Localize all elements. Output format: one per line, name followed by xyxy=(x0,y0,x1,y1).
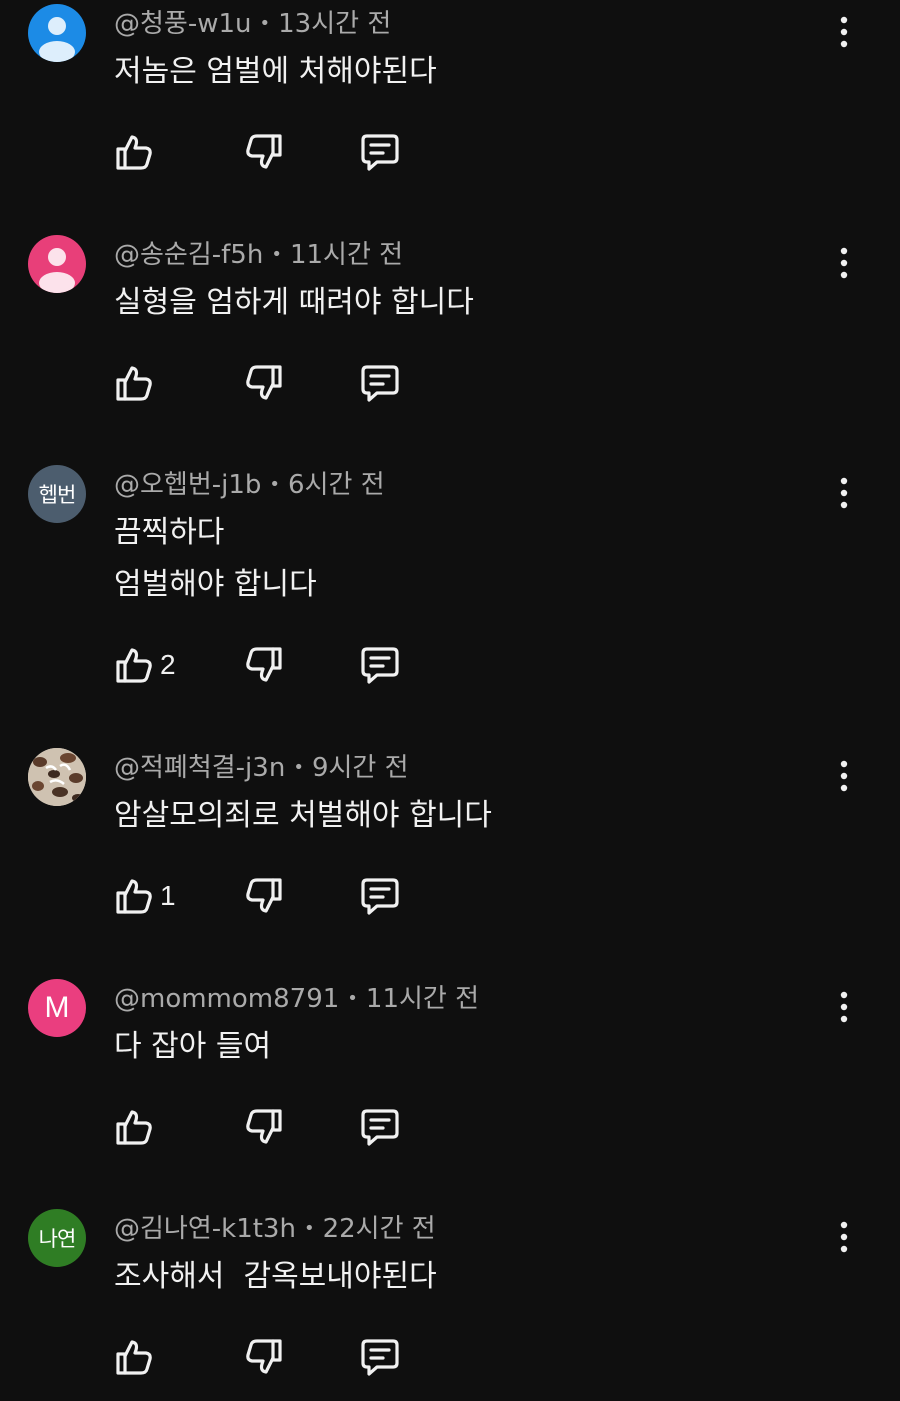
dislike-button[interactable] xyxy=(240,128,288,176)
author-handle[interactable]: @청풍-w1u xyxy=(114,9,252,39)
reply-icon xyxy=(361,1109,399,1146)
more-options-button[interactable] xyxy=(826,12,862,52)
reply-button[interactable] xyxy=(356,872,404,920)
dislike-button[interactable] xyxy=(240,1333,288,1381)
reply-icon xyxy=(361,878,399,915)
comment-time[interactable]: 9시간 전 xyxy=(312,753,409,783)
thumbs-up-icon xyxy=(116,366,152,401)
like-count: 2 xyxy=(160,649,176,680)
reply-button[interactable] xyxy=(356,641,404,689)
more-vert-icon xyxy=(840,247,848,279)
like-button[interactable] xyxy=(110,1333,158,1381)
more-options-button[interactable] xyxy=(826,243,862,283)
author-handle[interactable]: @김나연-k1t3h xyxy=(114,1214,296,1244)
comment-time[interactable]: 22시간 전 xyxy=(323,1214,436,1244)
comment-text: 조사해서 감옥보내야된다 xyxy=(114,1259,437,1294)
thumbs-down-icon xyxy=(246,1339,282,1374)
reply-icon xyxy=(361,134,399,171)
comment-meta: @송순김-f5h • 11시간 전 xyxy=(114,235,403,275)
default-user-icon xyxy=(39,248,75,293)
reply-button[interactable] xyxy=(356,128,404,176)
dislike-button[interactable] xyxy=(240,641,288,689)
more-vert-icon xyxy=(840,477,848,509)
thumbs-up-icon xyxy=(116,1340,152,1375)
comment-actions xyxy=(110,359,430,407)
meta-separator: • xyxy=(303,1218,315,1239)
more-options-button[interactable] xyxy=(826,1217,862,1257)
dislike-button[interactable] xyxy=(240,1103,288,1151)
meta-separator: • xyxy=(271,244,282,265)
avatar-photo-icon xyxy=(28,748,86,806)
author-handle[interactable]: @적폐척결-j3n xyxy=(114,753,285,783)
comment-meta: @청풍-w1u • 13시간 전 xyxy=(114,4,391,44)
comment-meta: @김나연-k1t3h • 22시간 전 xyxy=(114,1209,436,1249)
thumbs-down-icon xyxy=(246,647,282,682)
avatar[interactable]: M xyxy=(28,979,86,1037)
dislike-button[interactable] xyxy=(240,359,288,407)
avatar-initials: 헵번 xyxy=(38,483,77,507)
like-button[interactable] xyxy=(110,872,158,920)
like-button[interactable] xyxy=(110,128,158,176)
thumbs-down-icon xyxy=(246,134,282,169)
comment-time[interactable]: 6시간 전 xyxy=(288,470,385,500)
more-vert-icon xyxy=(840,760,848,792)
thumbs-down-icon xyxy=(246,1109,282,1144)
more-vert-icon xyxy=(840,991,848,1023)
like-button[interactable] xyxy=(110,641,158,689)
default-user-icon xyxy=(39,17,75,62)
avatar[interactable] xyxy=(28,4,86,62)
comment-text: 다 잡아 들여 xyxy=(114,1029,272,1064)
more-vert-icon xyxy=(840,1221,848,1253)
thumbs-down-icon xyxy=(246,365,282,400)
comment-actions xyxy=(110,1333,430,1381)
dislike-button[interactable] xyxy=(240,872,288,920)
comment-time[interactable]: 13시간 전 xyxy=(278,9,391,39)
meta-separator: • xyxy=(347,988,358,1009)
thumbs-up-icon xyxy=(116,648,152,683)
reply-button[interactable] xyxy=(356,1103,404,1151)
meta-separator: • xyxy=(269,474,281,495)
reply-button[interactable] xyxy=(356,1333,404,1381)
thumbs-up-icon xyxy=(116,879,152,914)
avatar[interactable] xyxy=(28,748,86,806)
more-options-button[interactable] xyxy=(826,756,862,796)
comment-text: 엄벌해야 합니다 xyxy=(114,567,317,602)
like-count: 1 xyxy=(160,880,176,911)
comment-text: 암살모의죄로 처벌해야 합니다 xyxy=(114,798,492,833)
comment-time[interactable]: 11시간 전 xyxy=(290,240,403,270)
comment-actions: 2 xyxy=(110,641,430,689)
thumbs-up-icon xyxy=(116,135,152,170)
author-handle[interactable]: @오헵번-j1b xyxy=(114,470,261,500)
comment-actions xyxy=(110,1103,430,1151)
more-options-button[interactable] xyxy=(826,473,862,513)
like-button[interactable] xyxy=(110,1103,158,1151)
more-options-button[interactable] xyxy=(826,987,862,1027)
meta-separator: • xyxy=(293,757,304,778)
thumbs-up-icon xyxy=(116,1110,152,1145)
reply-icon xyxy=(361,365,399,402)
comment-text: 저놈은 엄벌에 처해야된다 xyxy=(114,54,437,89)
thumbs-down-icon xyxy=(246,878,282,913)
author-handle[interactable]: @mommom8791 xyxy=(114,984,339,1014)
meta-separator: • xyxy=(259,13,271,34)
reply-button[interactable] xyxy=(356,359,404,407)
reply-icon xyxy=(361,1339,399,1376)
comment-meta: @오헵번-j1b • 6시간 전 xyxy=(114,465,385,505)
comment-actions: 1 xyxy=(110,872,430,920)
comment-meta: @mommom8791 • 11시간 전 xyxy=(114,979,479,1019)
avatar-initials: 나연 xyxy=(38,1227,77,1251)
comment-time[interactable]: 11시간 전 xyxy=(366,984,479,1014)
avatar[interactable] xyxy=(28,235,86,293)
comment-text: 실형을 엄하게 때려야 합니다 xyxy=(114,285,474,320)
avatar[interactable]: 나연 xyxy=(28,1209,86,1267)
comment-actions xyxy=(110,128,430,176)
comment-meta: @적폐척결-j3n • 9시간 전 xyxy=(114,748,409,788)
avatar-initials: M xyxy=(44,991,70,1024)
like-button[interactable] xyxy=(110,359,158,407)
more-vert-icon xyxy=(840,16,848,48)
reply-icon xyxy=(361,647,399,684)
comment-text: 끔찍하다 xyxy=(114,515,225,550)
avatar[interactable]: 헵번 xyxy=(28,465,86,523)
author-handle[interactable]: @송순김-f5h xyxy=(114,240,263,270)
